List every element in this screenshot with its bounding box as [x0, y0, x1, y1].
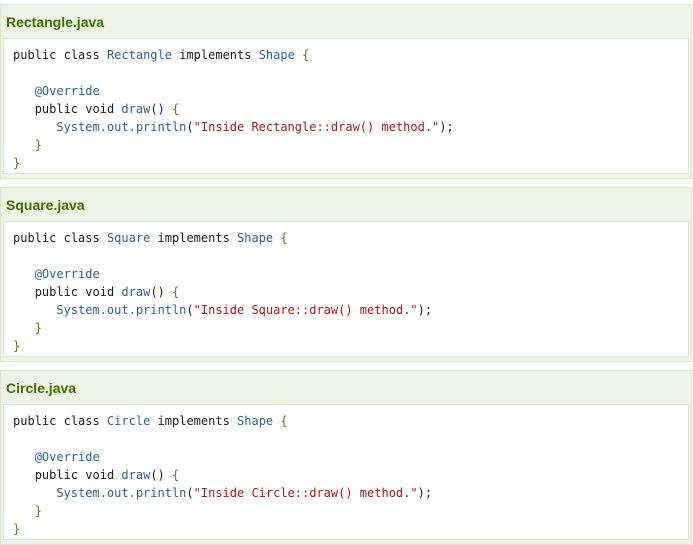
string-literal: "Inside Square::draw() method."	[193, 303, 418, 317]
string-literal: "Inside Rectangle::draw() method."	[193, 120, 440, 134]
code-line-println: System.out.println("Inside Rectangle::dr…	[56, 120, 454, 134]
code-block-square: Square.java public class Square implemen…	[0, 187, 692, 362]
interface-name: Shape	[237, 414, 274, 428]
code-listing: public class Rectangle implements Shape …	[3, 38, 689, 174]
code-block-circle: Circle.java public class Circle implemen…	[0, 370, 692, 545]
code-line-class-close: }	[13, 339, 21, 353]
code-line-method-decl: public void draw() {	[34, 102, 180, 116]
code-line-class-decl: public class Square implements Shape {	[13, 231, 288, 245]
code-line-annotation: @Override	[34, 450, 100, 464]
code-line-println: System.out.println("Inside Circle::draw(…	[56, 486, 433, 500]
code-line-class-close: }	[13, 522, 21, 536]
code-line-method-decl: public void draw() {	[34, 468, 180, 482]
code-line-class-decl: public class Rectangle implements Shape …	[13, 48, 310, 62]
code-line-println: System.out.println("Inside Square::draw(…	[56, 303, 433, 317]
code-block-rectangle: Rectangle.java public class Rectangle im…	[0, 4, 692, 179]
code-line-method-close: }	[34, 321, 42, 335]
code-line-annotation: @Override	[34, 84, 100, 98]
class-name: Circle	[106, 414, 151, 428]
code-line-method-decl: public void draw() {	[34, 285, 180, 299]
interface-name: Shape	[237, 231, 274, 245]
code-line-class-close: }	[13, 156, 21, 170]
code-line-class-decl: public class Circle implements Shape {	[13, 414, 288, 428]
file-title: Square.java	[6, 197, 85, 213]
code-listing: public class Square implements Shape { @…	[3, 221, 689, 357]
code-line-method-close: }	[34, 504, 42, 518]
class-name: Square	[106, 231, 151, 245]
code-listing: public class Circle implements Shape { @…	[3, 404, 689, 540]
interface-name: Shape	[258, 48, 295, 62]
code-line-annotation: @Override	[34, 267, 100, 281]
string-literal: "Inside Circle::draw() method."	[193, 486, 418, 500]
file-title: Circle.java	[6, 380, 77, 396]
code-line-method-close: }	[34, 138, 42, 152]
class-name: Rectangle	[106, 48, 172, 62]
file-title: Rectangle.java	[6, 14, 105, 30]
page: Rectangle.java public class Rectangle im…	[0, 0, 693, 545]
